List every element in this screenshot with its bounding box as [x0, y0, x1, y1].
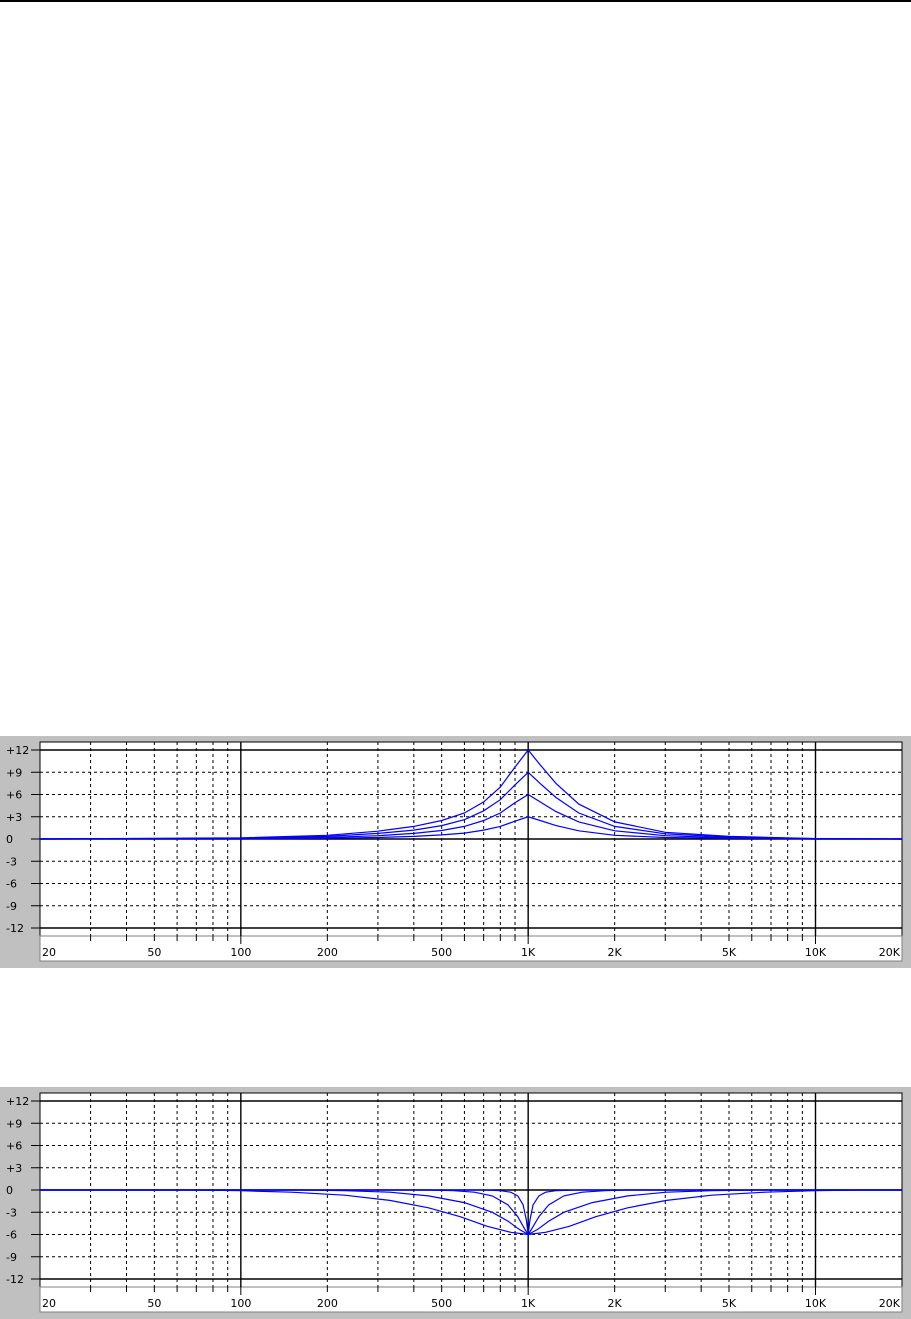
eq-cut-chart-svg: +12 +9 +6 +3 0 -3 -6 -9 -12 20 50 100 200 500 1K 2K 5K 10…	[6, 1092, 903, 1313]
cut-y-tick-label: +6	[6, 1140, 22, 1153]
boost-y-tick-label: -6	[6, 878, 17, 891]
eq-boost-chart-svg: +12 +9 +6 +3 0 -3 -6 -9 -12 20 50 100 200 500 1K 2K 5K 10…	[6, 741, 903, 962]
cut-x-tick-label: 20	[42, 1297, 56, 1310]
cut-x-tick-label: 1K	[521, 1297, 536, 1310]
boost-y-tick-label: -12	[6, 922, 24, 935]
cut-y-tick-label: -3	[6, 1206, 17, 1219]
cut-x-axis-strip	[39, 1286, 903, 1313]
boost-y-tick-label: +6	[6, 789, 22, 802]
boost-x-tick-label: 2K	[608, 946, 623, 959]
boost-x-tick-label: 100	[230, 946, 251, 959]
cut-x-tick-label: 200	[317, 1297, 338, 1310]
boost-y-tick-label: +12	[6, 744, 29, 757]
cut-y-tick-label: -6	[6, 1229, 17, 1242]
boost-y-tick-label: -9	[6, 900, 17, 913]
cut-y-tick-label: -12	[6, 1273, 24, 1286]
eq-cut-chart: +12 +9 +6 +3 0 -3 -6 -9 -12 20 50 100 200 500 1K 2K 5K 10…	[0, 1087, 911, 1319]
eq-boost-chart: +12 +9 +6 +3 0 -3 -6 -9 -12 20 50 100 200 500 1K 2K 5K 10…	[0, 736, 911, 968]
boost-x-tick-label: 10K	[805, 946, 827, 959]
boost-x-tick-label: 20K	[879, 946, 901, 959]
top-rule	[0, 0, 911, 2]
boost-y-tick-label: 0	[6, 833, 13, 846]
cut-x-tick-label: 500	[431, 1297, 452, 1310]
cut-x-tick-label: 2K	[608, 1297, 623, 1310]
boost-x-tick-label: 1K	[521, 946, 536, 959]
cut-x-tick-label: 10K	[805, 1297, 827, 1310]
cut-y-tick-label: -9	[6, 1251, 17, 1264]
cut-x-tick-label: 100	[230, 1297, 251, 1310]
boost-y-tick-label: -3	[6, 855, 17, 868]
cut-y-tick-label: 0	[6, 1184, 13, 1197]
boost-x-tick-label: 50	[147, 946, 161, 959]
boost-x-tick-label: 500	[431, 946, 452, 959]
cut-x-tick-label: 20K	[879, 1297, 901, 1310]
cut-x-tick-label: 5K	[722, 1297, 737, 1310]
boost-y-tick-label: +3	[6, 811, 22, 824]
boost-x-tick-label: 20	[42, 946, 56, 959]
cut-y-tick-label: +12	[6, 1095, 29, 1108]
cut-x-tick-label: 50	[147, 1297, 161, 1310]
boost-x-tick-label: 5K	[722, 946, 737, 959]
cut-y-tick-label: +9	[6, 1117, 22, 1130]
boost-y-tick-label: +9	[6, 766, 22, 779]
boost-x-tick-label: 200	[317, 946, 338, 959]
boost-x-axis-strip	[39, 935, 903, 962]
cut-y-tick-label: +3	[6, 1162, 22, 1175]
